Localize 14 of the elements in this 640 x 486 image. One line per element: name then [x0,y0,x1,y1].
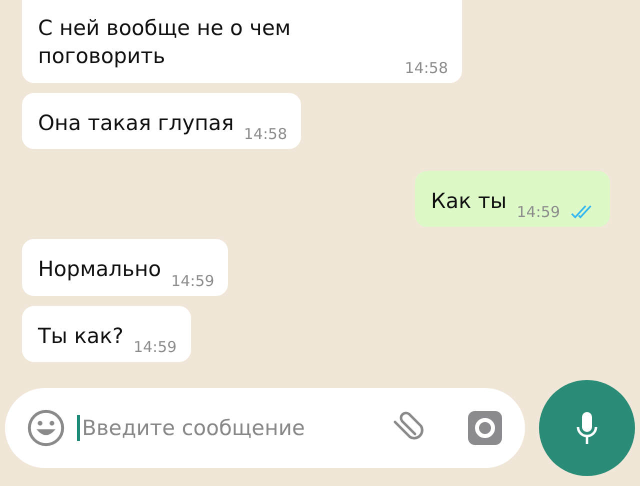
message-text: Как ты [430,188,507,216]
message-text: Она такая глупая [38,110,234,137]
camera-icon[interactable] [467,410,503,446]
message-text: Ты как? [38,322,124,350]
emoji-icon[interactable] [27,409,65,447]
message-time: 14:58 [404,58,448,77]
message-time: 14:59 [171,272,214,290]
message-text: Нормально [38,256,162,284]
message-input-field[interactable]: Введите сообщение [77,415,373,441]
message-time: 14:58 [244,125,288,144]
message-text: С ней вообще не о чем поговорить [38,15,292,70]
message-time: 14:59 [516,203,560,222]
message-time: 14:59 [133,338,177,356]
microphone-icon [575,410,599,446]
